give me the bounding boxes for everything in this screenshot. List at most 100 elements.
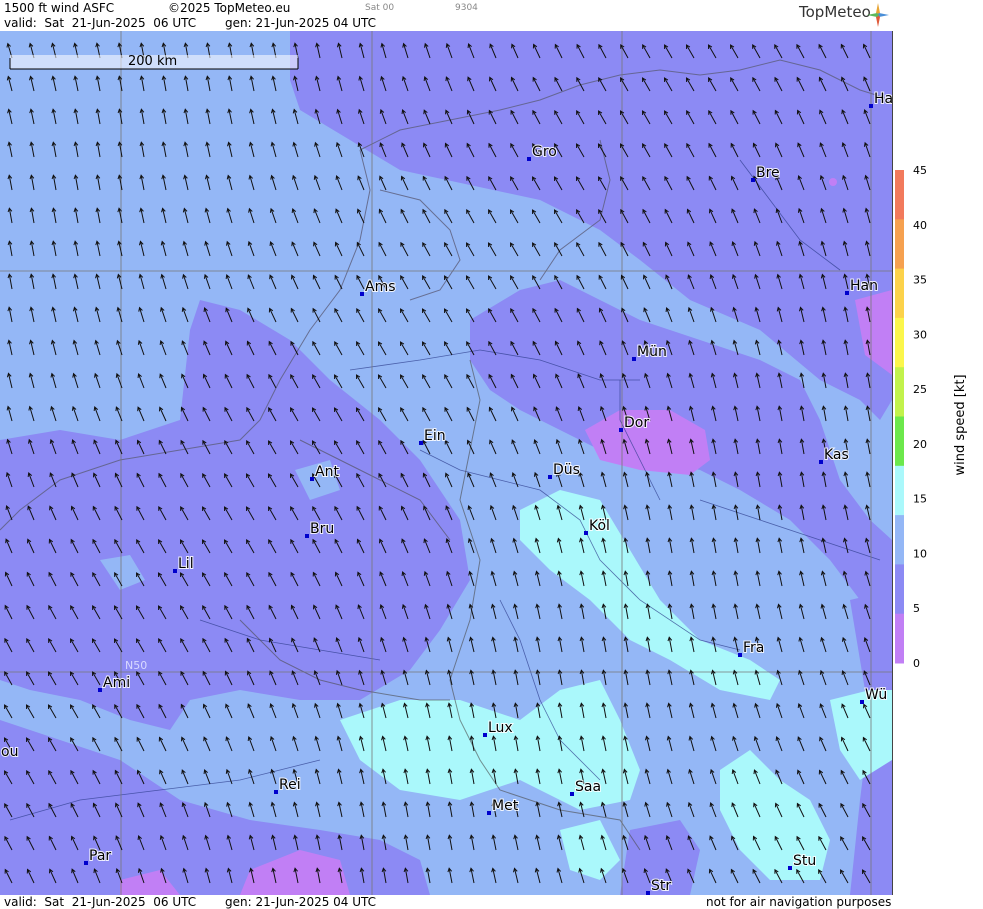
city-marker: Met (487, 797, 520, 815)
city-label: Han (850, 278, 878, 294)
scale-label: 200 km (128, 54, 177, 69)
city-marker: Bru (305, 520, 335, 538)
copyright: ©2025 TopMeteo.eu (168, 1, 291, 15)
city-marker: Düs (548, 461, 581, 479)
legend-color-swatch (895, 515, 904, 565)
city-dot (419, 441, 423, 445)
city-label: Lux (488, 720, 513, 736)
city-label: ou (1, 744, 18, 760)
city-marker: Han (845, 277, 879, 295)
city-label: Saa (575, 779, 601, 795)
city-dot (548, 475, 552, 479)
city-dot (584, 531, 588, 535)
city-dot (738, 653, 742, 657)
city-dot (788, 866, 792, 870)
city-label: Str (651, 878, 671, 894)
topmeteo-logo: TopMeteo (799, 3, 871, 21)
city-dot (819, 460, 823, 464)
legend-color-swatch (895, 613, 904, 664)
city-marker: Ams (360, 278, 397, 296)
city-dot (483, 733, 487, 737)
city-dot (360, 292, 364, 296)
wind-map-canvas: N50 200 km Gro Bre Ha Ams Han Mün Ein Dor Ant Düs… (0, 31, 892, 895)
city-label: Ein (424, 428, 446, 444)
city-label: Stu (793, 853, 816, 869)
city-marker: Gro (527, 143, 558, 161)
city-marker: Kas (819, 446, 850, 464)
city-dot (84, 861, 88, 865)
city-label: Ams (365, 279, 396, 295)
legend-tick-label: 5 (913, 602, 920, 615)
city-dot (173, 569, 177, 573)
legend-color-swatch (895, 416, 904, 467)
legend-tick-label: 10 (913, 547, 927, 560)
city-label: Ant (315, 464, 339, 480)
city-dot (860, 700, 864, 704)
legend-tick-label: 40 (913, 219, 927, 232)
city-label: Mün (637, 344, 667, 360)
city-label: Bre (756, 165, 780, 181)
legend-tick-label: 15 (913, 493, 927, 506)
city-dot (274, 790, 278, 794)
legend-tick-label: 30 (913, 328, 927, 341)
city-dot (98, 688, 102, 692)
legend-tick-label: 25 (913, 383, 927, 396)
day-code: Sat 00 (365, 3, 395, 13)
city-marker: Lux (483, 719, 514, 737)
wind-map: N50 200 km Gro Bre Ha Ams Han Mün Ein Dor Ant Düs… (0, 31, 893, 895)
footer-valid-time: valid: Sat 21-Jun-2025 06 UTC (4, 895, 197, 909)
city-dot (869, 104, 873, 108)
valid-time: valid: Sat 21-Jun-2025 06 UTC (4, 16, 197, 30)
city-marker: Ami (98, 674, 131, 692)
product-title: 1500 ft wind ASFC (4, 1, 115, 15)
legend-color-swatch (895, 219, 904, 270)
legend-title: wind speed [kt] (953, 374, 968, 475)
legend-tick-label: 35 (913, 274, 927, 287)
city-marker: Stu (788, 852, 817, 870)
city-dot (487, 811, 491, 815)
city-label: Dor (624, 415, 649, 431)
city-label: Düs (553, 462, 580, 478)
legend-tick-label: 0 (913, 657, 920, 670)
city-label: Par (89, 848, 111, 864)
city-dot (632, 357, 636, 361)
city-label: Fra (743, 640, 764, 656)
city-dot (305, 534, 309, 538)
legend-tick-label: 45 (913, 165, 927, 177)
city-label: Met (492, 798, 519, 814)
city-marker: Par (84, 847, 112, 865)
city-label: Kas (824, 447, 849, 463)
city-label: Rei (279, 777, 301, 793)
city-dot (570, 792, 574, 796)
city-label: Ami (103, 675, 130, 691)
city-dot (646, 891, 650, 895)
city-marker: Ant (310, 463, 340, 481)
city-marker: Saa (570, 778, 602, 796)
city-dot (527, 157, 531, 161)
city-label: Ha (874, 91, 892, 107)
navigation-disclaimer: not for air navigation purposes (706, 895, 892, 909)
legend-tick-label: 20 (913, 438, 927, 451)
city-dot (845, 291, 849, 295)
city-marker: Mün (632, 343, 668, 361)
city-label: Bru (310, 521, 334, 537)
city-label: Wü (865, 687, 887, 703)
city-label: Köl (589, 518, 610, 534)
wind-zone-calm-spot (829, 178, 837, 186)
city-label: Gro (532, 144, 557, 160)
city-dot (619, 428, 623, 432)
city-dot (310, 477, 314, 481)
logo-text: TopMeteo (799, 3, 871, 21)
legend-color-swatch (895, 170, 904, 220)
legend-color-swatch (895, 367, 904, 417)
compass-logo-icon (867, 3, 889, 27)
city-marker: Bre (751, 164, 781, 182)
run-code: 9304 (455, 3, 478, 13)
footer-generated-time: gen: 21-Jun-2025 04 UTC (225, 895, 377, 909)
city-label: Lil (178, 556, 194, 572)
city-marker: ou (0, 743, 19, 761)
scale-bar: 200 km (9, 54, 299, 70)
legend-color-swatch (895, 317, 904, 368)
city-dot (751, 178, 755, 182)
latitude-label: N50 (125, 659, 147, 672)
